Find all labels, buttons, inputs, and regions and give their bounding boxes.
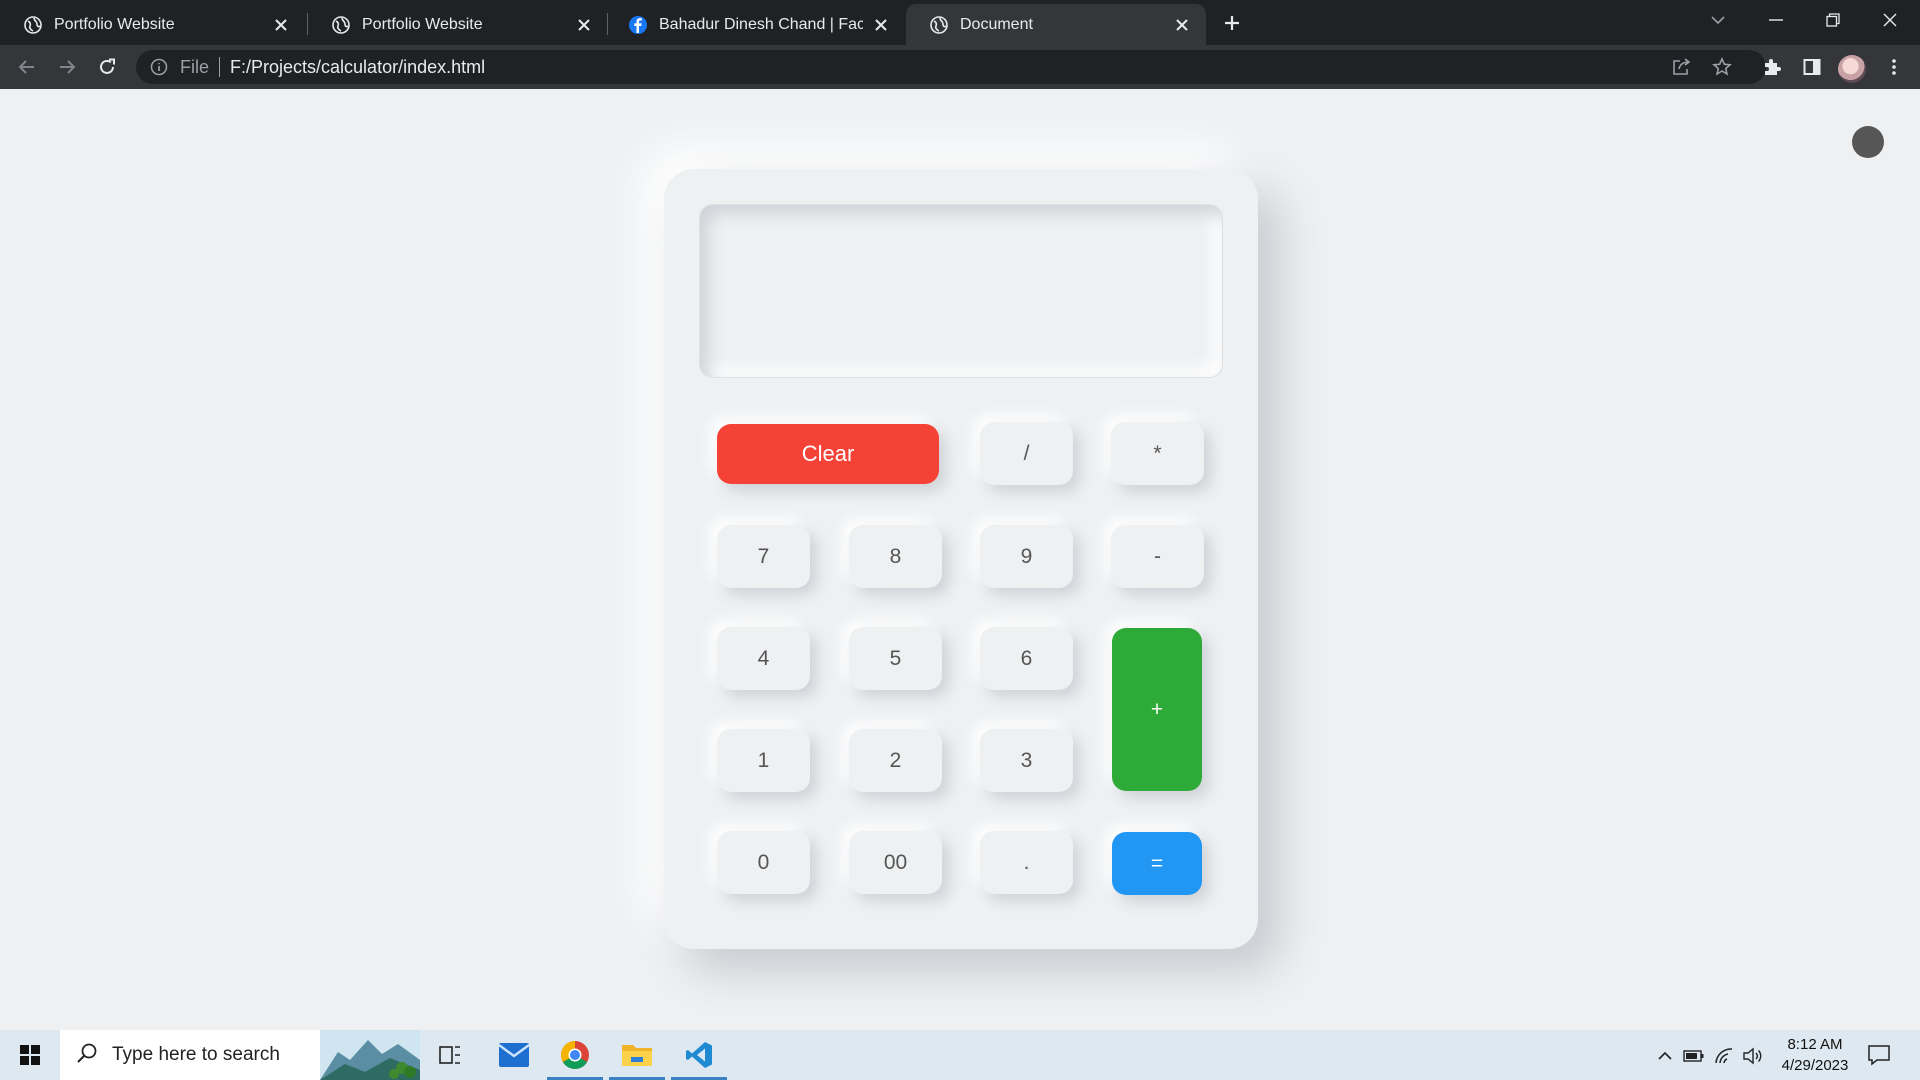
five-button[interactable]: 5 (849, 627, 942, 690)
tab-document[interactable]: Document (906, 4, 1206, 45)
tab-search-chevron-icon[interactable] (1690, 0, 1746, 40)
clock-time: 8:12 AM (1787, 1036, 1843, 1053)
multiply-button[interactable]: * (1111, 422, 1204, 485)
seven-button[interactable]: 7 (717, 525, 810, 588)
info-icon[interactable] (150, 58, 168, 76)
zero-button[interactable]: 0 (717, 831, 810, 894)
bookmark-star-icon[interactable] (1708, 53, 1736, 81)
eight-button[interactable]: 8 (849, 525, 942, 588)
volume-icon[interactable] (1742, 1045, 1764, 1067)
close-icon[interactable] (574, 15, 594, 35)
theme-toggle-button[interactable] (1852, 126, 1884, 158)
profile-avatar[interactable] (1838, 55, 1866, 83)
four-button[interactable]: 4 (717, 627, 810, 690)
display-input[interactable] (700, 205, 1222, 377)
tab-title: Bahadur Dinesh Chand | Faceboo (659, 15, 863, 33)
reload-icon[interactable] (93, 53, 121, 81)
search-highlight-illustration (320, 1030, 420, 1080)
plus-button[interactable]: + (1112, 628, 1202, 791)
chrome-icon[interactable] (545, 1030, 605, 1080)
close-icon[interactable] (1172, 15, 1192, 35)
tab-title: Document (960, 15, 1033, 33)
minimize-icon[interactable] (1748, 0, 1804, 40)
close-icon[interactable] (871, 15, 891, 35)
clock-date: 4/29/2023 (1781, 1057, 1849, 1074)
restore-icon[interactable] (1805, 0, 1861, 40)
clear-button[interactable]: Clear (717, 424, 939, 484)
equals-button[interactable]: = (1112, 832, 1202, 895)
nine-button[interactable]: 9 (980, 525, 1073, 588)
wifi-icon[interactable] (1713, 1045, 1735, 1067)
forward-arrow-icon[interactable] (53, 53, 81, 81)
taskbar-clock[interactable]: 8:12 AM 4/29/2023 (1770, 1034, 1860, 1076)
minus-button[interactable]: - (1111, 525, 1204, 588)
close-icon[interactable] (271, 15, 291, 35)
taskbar-search-box[interactable]: Type here to search (60, 1030, 420, 1080)
tab-title: Portfolio Website (54, 15, 175, 33)
share-icon[interactable] (1668, 53, 1696, 81)
one-button[interactable]: 1 (717, 729, 810, 792)
address-divider (219, 57, 221, 77)
chevron-up-icon[interactable] (1654, 1045, 1676, 1067)
globe-icon (332, 15, 350, 34)
tab-facebook[interactable]: Bahadur Dinesh Chand | Faceboo (605, 4, 905, 45)
tab-title: Portfolio Website (362, 15, 483, 33)
mail-icon[interactable] (484, 1030, 544, 1080)
windows-start-icon[interactable] (0, 1030, 60, 1080)
browser-toolbar: File F:/Projects/calculator/index.html (0, 45, 1920, 89)
battery-icon[interactable] (1683, 1045, 1705, 1067)
new-tab-plus-icon[interactable] (1218, 9, 1246, 37)
protocol-label: File (180, 56, 210, 77)
calculator-display[interactable] (699, 204, 1223, 378)
facebook-icon (629, 15, 647, 34)
side-panel-icon[interactable] (1798, 53, 1826, 81)
close-window-icon[interactable] (1862, 0, 1918, 40)
search-icon (76, 1042, 98, 1069)
extensions-puzzle-icon[interactable] (1758, 53, 1786, 81)
notification-center-icon[interactable] (1866, 1042, 1892, 1068)
address-bar[interactable]: File F:/Projects/calculator/index.html (136, 50, 1766, 84)
divide-button[interactable]: / (980, 422, 1073, 485)
back-arrow-icon[interactable] (13, 53, 41, 81)
globe-icon (930, 15, 948, 34)
taskbar: Type here to search 8:12 AM 4/29/2023 (0, 1030, 1920, 1080)
search-placeholder: Type here to search (112, 1044, 280, 1065)
file-explorer-icon[interactable] (607, 1030, 667, 1080)
two-button[interactable]: 2 (849, 729, 942, 792)
globe-icon (24, 15, 42, 34)
tab-portfolio-2[interactable]: Portfolio Website (308, 4, 608, 45)
vscode-icon[interactable] (669, 1030, 729, 1080)
tab-strip: Portfolio Website Portfolio Website Baha… (0, 0, 1920, 45)
decimal-button[interactable]: . (980, 831, 1073, 894)
task-view-icon[interactable] (420, 1030, 480, 1080)
three-button[interactable]: 3 (980, 729, 1073, 792)
address-url[interactable]: F:/Projects/calculator/index.html (230, 57, 485, 78)
calculator: Clear / * 7 8 9 - 4 5 6 + 1 2 3 0 00 . = (664, 169, 1258, 949)
tab-portfolio-1[interactable]: Portfolio Website (0, 4, 305, 45)
kebab-menu-icon[interactable] (1880, 53, 1908, 81)
double-zero-button[interactable]: 00 (849, 831, 942, 894)
six-button[interactable]: 6 (980, 627, 1073, 690)
page-viewport: Clear / * 7 8 9 - 4 5 6 + 1 2 3 0 00 . = (0, 89, 1920, 1030)
